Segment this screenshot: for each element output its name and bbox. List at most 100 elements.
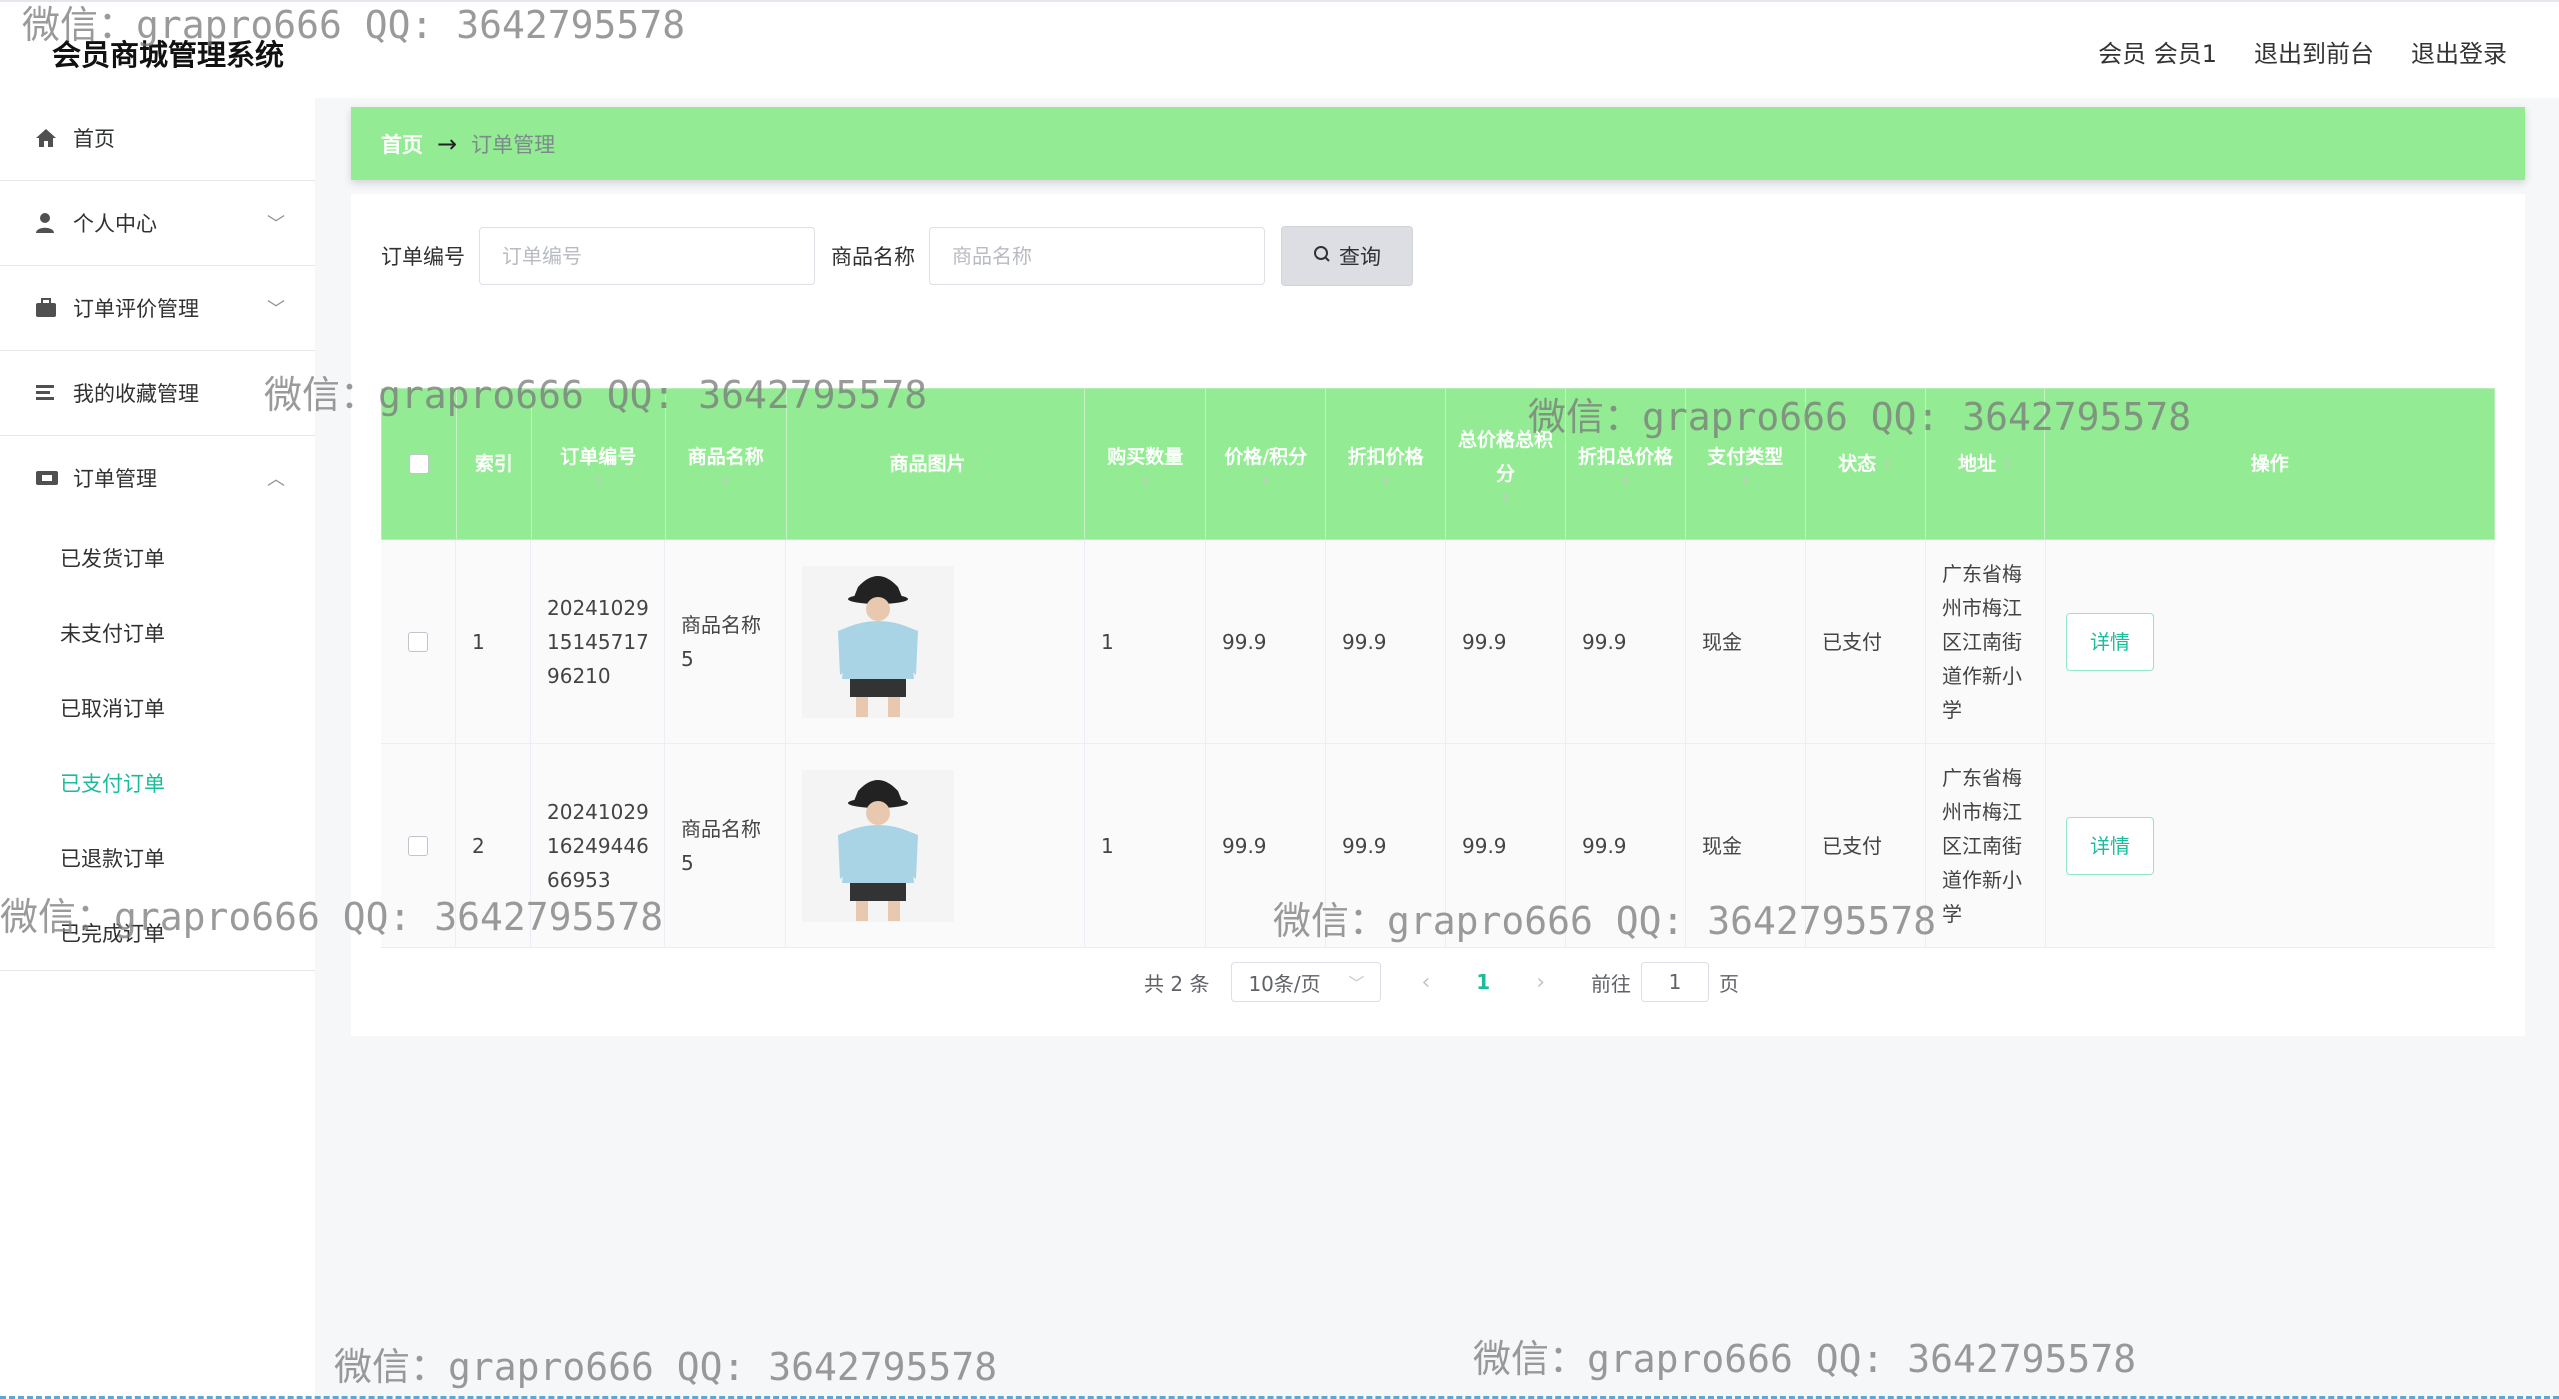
app-title: 会员商城管理系统 bbox=[52, 38, 285, 72]
sidebar: 首页 个人中心 ﹀ 订单评价管理 ﹀ 我的收藏管理 订单管理 ︿ 已发货订单 未… bbox=[0, 96, 315, 1399]
sidebar-subitem-shipped[interactable]: 已发货订单 bbox=[0, 520, 315, 595]
breadcrumb-home[interactable]: 首页 bbox=[381, 129, 423, 159]
product-image[interactable] bbox=[802, 565, 954, 718]
header-order-no[interactable]: 订单编号 ⇕ bbox=[532, 389, 666, 539]
sidebar-subitem-refunded[interactable]: 已退款订单 bbox=[0, 820, 315, 895]
sidebar-item-personal-center[interactable]: 个人中心 ﹀ bbox=[0, 181, 315, 266]
cell-actions: 详情 bbox=[2046, 744, 2495, 947]
next-page-icon[interactable]: › bbox=[1536, 970, 1545, 995]
arrow-right-icon: → bbox=[437, 129, 458, 158]
table-header: 索引 订单编号 ⇕ 商品名称 ⇕ 商品图片 ⇕ 购买数量 ⇕ 价格/积分 ⇕ 折扣价格 ⇕ … bbox=[381, 388, 2495, 540]
page-number-current[interactable]: 1 bbox=[1476, 970, 1490, 994]
cell-discount-total: 99.9 bbox=[1566, 540, 1686, 743]
sidebar-item-review-management[interactable]: 订单评价管理 ﹀ bbox=[0, 266, 315, 351]
sidebar-item-label: 订单管理 bbox=[73, 467, 157, 491]
order-submenu: 已发货订单 未支付订单 已取消订单 已支付订单 已退款订单 已完成订单 bbox=[0, 520, 315, 971]
chevron-down-icon: ﹀ bbox=[267, 299, 285, 320]
row-select-cell bbox=[381, 540, 456, 743]
user-icon bbox=[34, 181, 56, 265]
breadcrumb-current: 订单管理 bbox=[471, 132, 556, 157]
header-product-image[interactable]: 商品图片 ⇕ bbox=[787, 389, 1086, 539]
cell-order-no: 20241029 15145717 96210 bbox=[531, 540, 665, 743]
watermark-text: 微信：grapro666 QQ: 3642795578 bbox=[1473, 1337, 2137, 1381]
search-row: 订单编号 商品名称 查询 bbox=[381, 226, 1413, 286]
cell-discount-price: 99.9 bbox=[1326, 744, 1446, 947]
header-status[interactable]: 状态 ⇕ bbox=[1806, 389, 1926, 539]
row-checkbox[interactable] bbox=[408, 835, 428, 856]
chevron-up-icon: ︿ bbox=[267, 469, 285, 490]
breadcrumb: 首页 → 订单管理 bbox=[351, 107, 2525, 180]
cell-address: 广东省梅 州市梅江 区江南街 道作新小学 bbox=[1926, 540, 2046, 743]
product-name-input[interactable] bbox=[929, 227, 1265, 285]
table-row: 1 20241029 15145717 96210 商品名称 5 1 99.9 … bbox=[381, 540, 2495, 744]
cell-product-image bbox=[786, 744, 1085, 947]
sidebar-item-favorites[interactable]: 我的收藏管理 bbox=[0, 351, 315, 436]
page-size-value: 10条/页 bbox=[1248, 971, 1321, 996]
select-all-checkbox[interactable] bbox=[408, 454, 429, 474]
briefcase-icon bbox=[34, 266, 58, 350]
header-actions: 操作 bbox=[2250, 453, 2289, 475]
header-discount-total[interactable]: 折扣总价格 ⇕ bbox=[1566, 389, 1686, 539]
top-bar: 会员商城管理系统 会员 会员1 退出到前台 退出登录 bbox=[0, 0, 2559, 98]
cell-order-no: 20241029 16249446 66953 bbox=[531, 744, 665, 947]
sidebar-item-label: 首页 bbox=[73, 127, 115, 151]
search-button[interactable]: 查询 bbox=[1281, 226, 1413, 286]
watermark-text: 微信：grapro666 QQ: 3642795578 bbox=[334, 1345, 998, 1389]
sidebar-item-order-management[interactable]: 订单管理 ︿ bbox=[0, 436, 315, 520]
user-info-link[interactable]: 会员 会员1 bbox=[2098, 34, 2217, 69]
sidebar-subitem-paid[interactable]: 已支付订单 bbox=[0, 745, 315, 820]
goto-label: 前往 bbox=[1591, 971, 1631, 996]
sidebar-item-home[interactable]: 首页 bbox=[0, 96, 315, 181]
order-icon bbox=[34, 436, 60, 520]
cell-index: 2 bbox=[456, 744, 531, 947]
back-to-front-link[interactable]: 退出到前台 bbox=[2254, 34, 2374, 69]
search-button-label: 查询 bbox=[1339, 245, 1381, 269]
select-all-cell bbox=[382, 389, 457, 539]
detail-button[interactable]: 详情 bbox=[2066, 816, 2154, 875]
header-index[interactable]: 索引 bbox=[457, 389, 532, 539]
product-name-label: 商品名称 bbox=[831, 245, 915, 269]
header-qty[interactable]: 购买数量 ⇕ bbox=[1085, 389, 1207, 539]
cell-index: 1 bbox=[456, 540, 531, 743]
page-size-select[interactable]: 10条/页 ﹀ bbox=[1231, 962, 1382, 1002]
header-address[interactable]: 地址 ⇕ bbox=[1926, 389, 2046, 539]
logout-link[interactable]: 退出登录 bbox=[2411, 34, 2507, 69]
cell-total: 99.9 bbox=[1446, 744, 1566, 947]
header-product-name[interactable]: 商品名称 ⇕ bbox=[666, 389, 787, 539]
sidebar-subitem-completed[interactable]: 已完成订单 bbox=[0, 895, 315, 970]
cell-price: 99.9 bbox=[1206, 540, 1326, 743]
cell-product-name: 商品名称 5 bbox=[665, 744, 786, 947]
cell-discount-total: 99.9 bbox=[1566, 744, 1686, 947]
header-total[interactable]: 总价格总积分 ⇕ bbox=[1446, 389, 1566, 539]
cell-total: 99.9 bbox=[1446, 540, 1566, 743]
list-icon bbox=[34, 351, 58, 435]
sidebar-subitem-cancelled[interactable]: 已取消订单 bbox=[0, 670, 315, 745]
chevron-down-icon: ﹀ bbox=[267, 214, 285, 235]
cell-status: 已支付 bbox=[1806, 540, 1926, 743]
order-no-label: 订单编号 bbox=[381, 245, 465, 269]
chevron-down-icon: ﹀ bbox=[1348, 974, 1365, 993]
cell-address: 广东省梅 州市梅江 区江南街 道作新小学 bbox=[1926, 744, 2046, 947]
cell-discount-price: 99.9 bbox=[1326, 540, 1446, 743]
order-no-input[interactable] bbox=[479, 227, 815, 285]
prev-page-icon[interactable]: ‹ bbox=[1421, 970, 1430, 995]
cell-status: 已支付 bbox=[1806, 744, 1926, 947]
total-count: 共 2 条 bbox=[1144, 971, 1210, 996]
detail-button[interactable]: 详情 bbox=[2066, 612, 2154, 671]
row-checkbox[interactable] bbox=[408, 631, 428, 652]
header-pay-type[interactable]: 支付类型 ⇕ bbox=[1686, 389, 1806, 539]
cell-product-name: 商品名称 5 bbox=[665, 540, 786, 743]
sidebar-subitem-unpaid[interactable]: 未支付订单 bbox=[0, 595, 315, 670]
header-price[interactable]: 价格/积分 ⇕ bbox=[1206, 389, 1327, 539]
product-image[interactable] bbox=[802, 769, 954, 922]
goto-page-input[interactable] bbox=[1641, 962, 1709, 1002]
cell-qty: 1 bbox=[1085, 744, 1206, 947]
header-discount-price[interactable]: 折扣价格 ⇕ bbox=[1326, 389, 1447, 539]
cell-pay-type: 现金 bbox=[1686, 744, 1806, 947]
search-icon bbox=[1313, 244, 1331, 268]
cell-product-image bbox=[786, 540, 1085, 743]
page-unit-label: 页 bbox=[1719, 971, 1739, 996]
table-row: 2 20241029 16249446 66953 商品名称 5 1 99.9 … bbox=[381, 744, 2495, 948]
pagination: 共 2 条 10条/页 ﹀ ‹ 1 › 前往 页 bbox=[1144, 962, 1739, 1002]
row-select-cell bbox=[381, 744, 456, 947]
